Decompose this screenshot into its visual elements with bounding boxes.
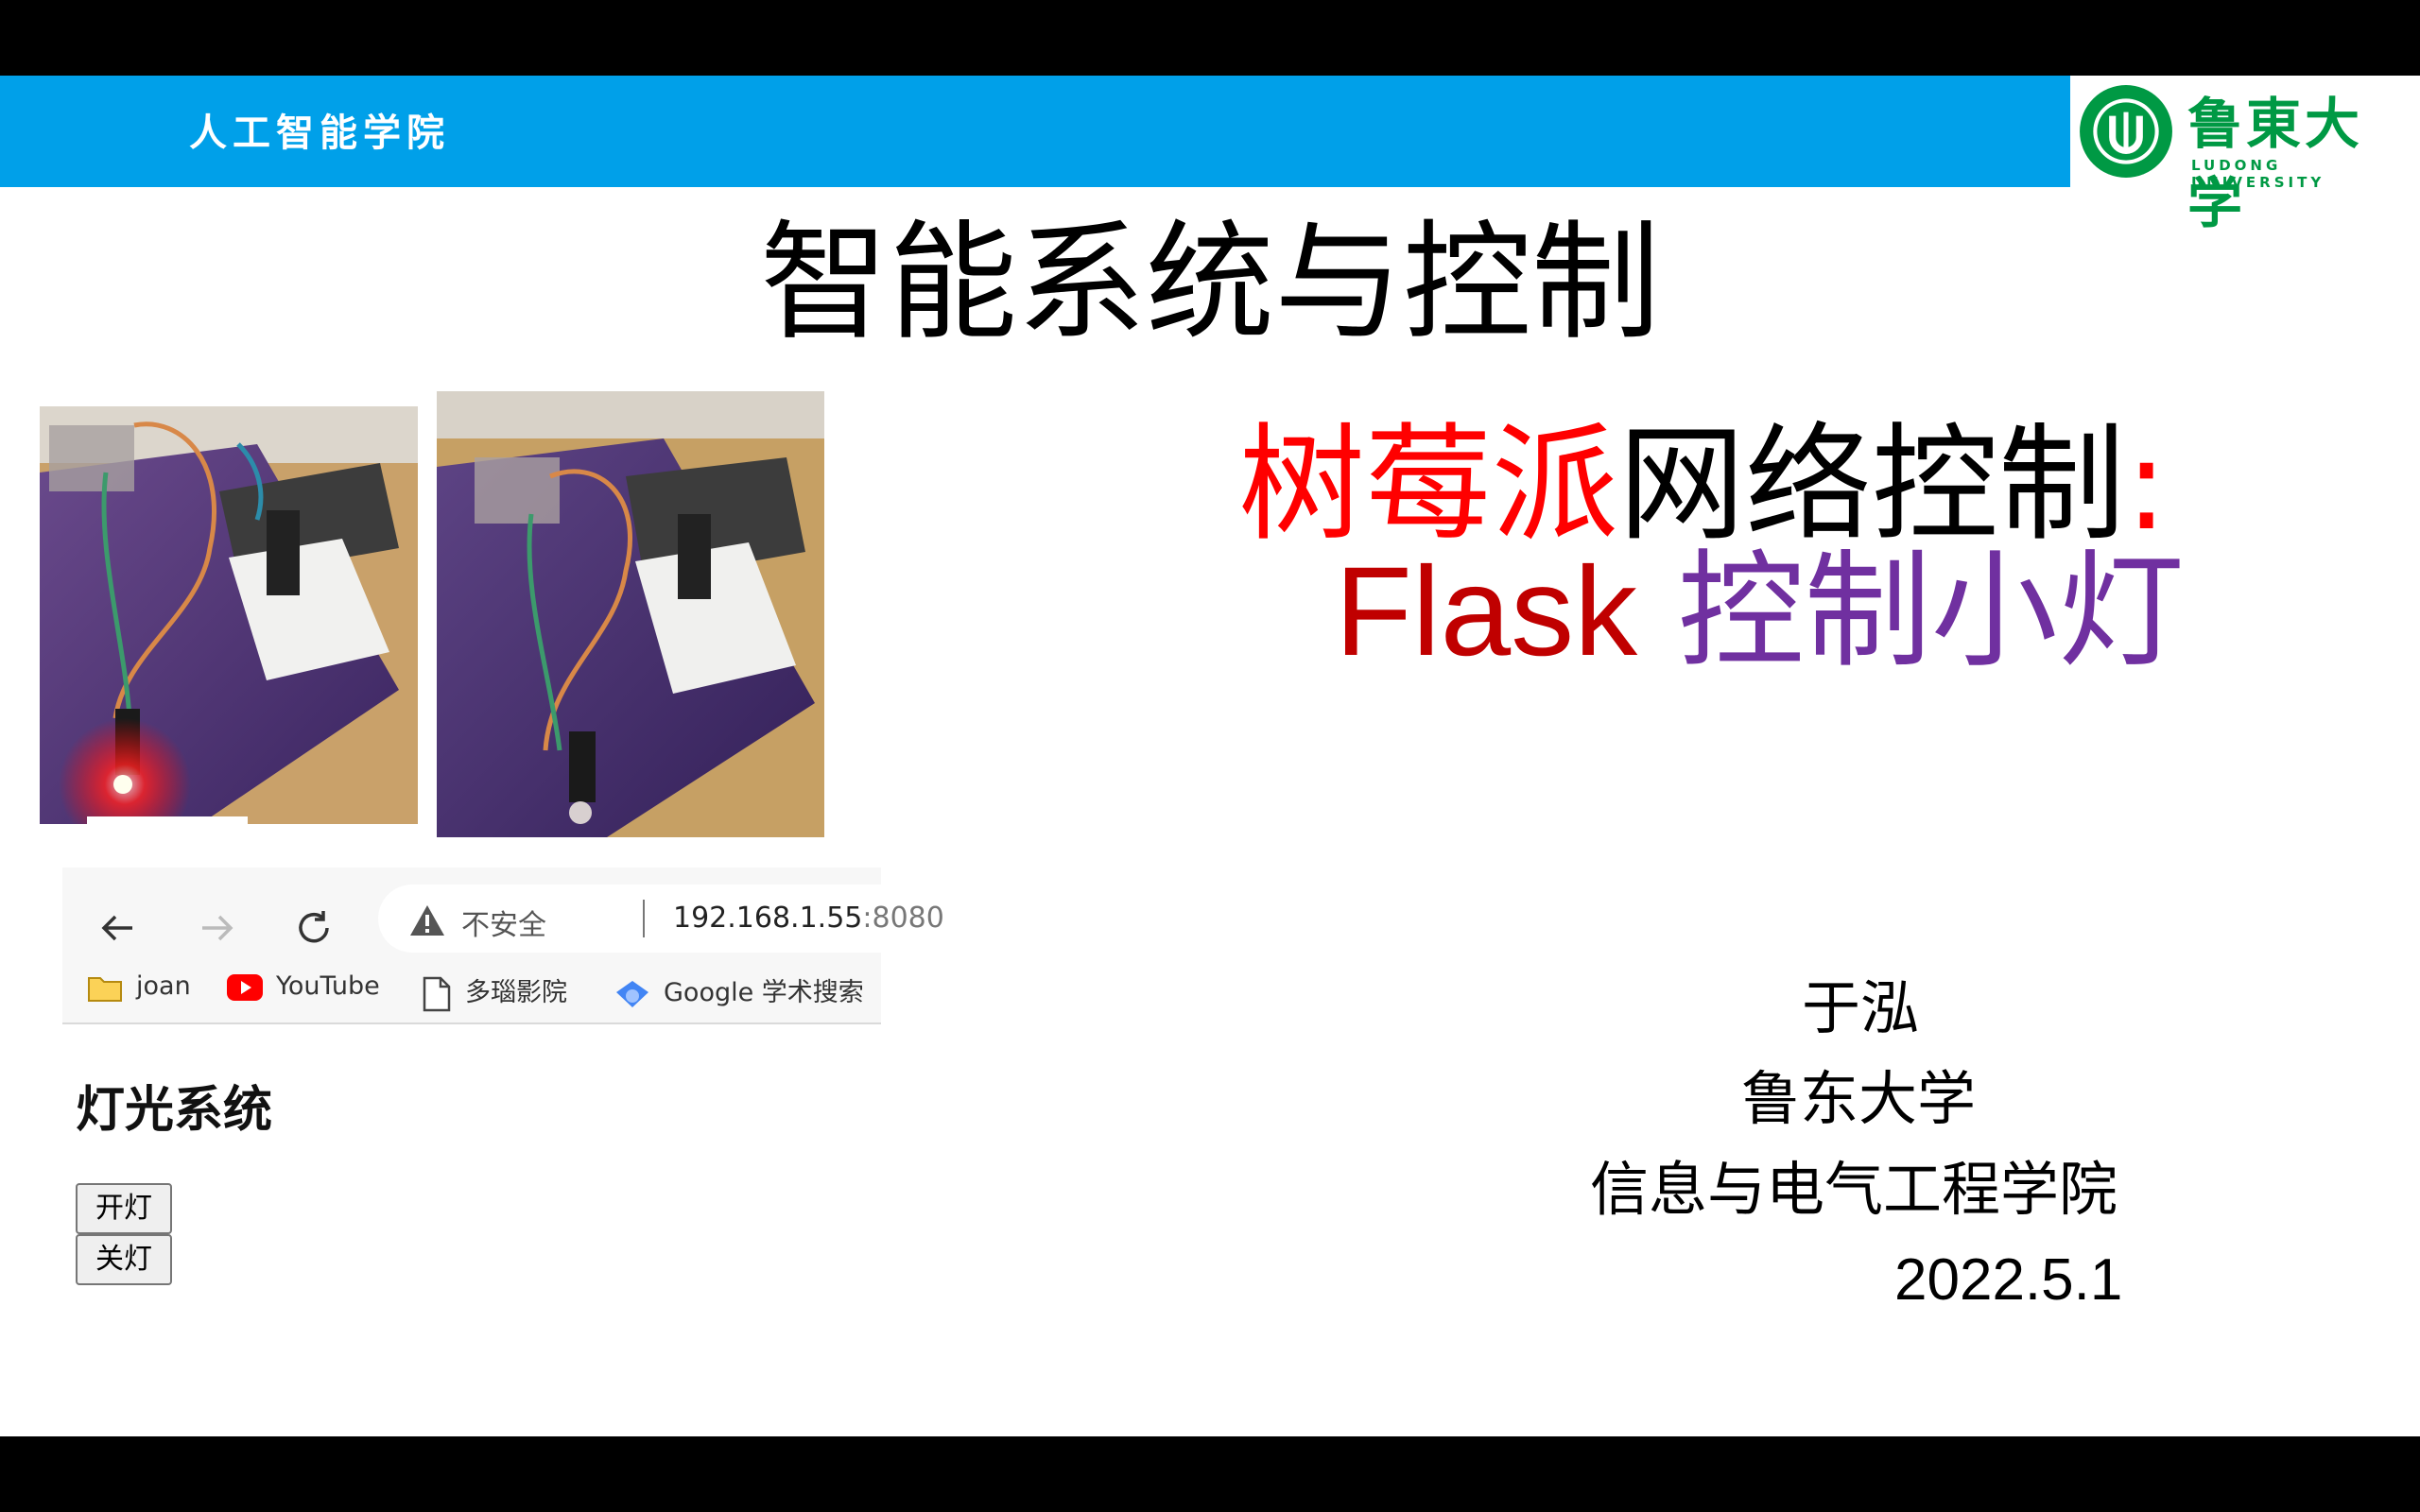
slide-title: 智能系统与控制 bbox=[760, 209, 1660, 358]
url-text[interactable]: 192.168.1.55:8080 bbox=[673, 902, 944, 935]
subtitle-line-2: Flask 控制小灯 bbox=[1335, 548, 2185, 676]
subtitle-flask: Flask bbox=[1335, 541, 1638, 682]
header-banner: 人工智能学院 鲁東大学 LUDONG UNIVERSITY bbox=[0, 76, 2420, 235]
page-icon bbox=[423, 976, 451, 1011]
bookmark-joan[interactable]: joan bbox=[87, 971, 191, 1009]
bookmark-label: Google 学术搜索 bbox=[664, 978, 864, 1007]
reload-icon[interactable] bbox=[291, 905, 337, 951]
author-school: 信息与电气工程学院 bbox=[1590, 1155, 2118, 1224]
bookmark-duonao[interactable]: 多瑙影院 bbox=[422, 971, 567, 1011]
back-arrow-icon[interactable] bbox=[95, 905, 140, 951]
university-logo: 鲁東大学 LUDONG UNIVERSITY bbox=[2070, 76, 2420, 235]
url-port: :8080 bbox=[862, 902, 944, 935]
subtitle-line-1: 树莓派网络控制: bbox=[1238, 421, 2168, 548]
subtitle-network-control: 网络控制 bbox=[1618, 411, 2126, 558]
address-divider bbox=[643, 900, 645, 937]
presentation-date: 2022.5.1 bbox=[1894, 1247, 2123, 1313]
university-seal-icon bbox=[2080, 85, 2172, 178]
url-host: 192.168.1.55 bbox=[673, 902, 863, 935]
subtitle-raspberry-pi: 树莓派 bbox=[1238, 411, 1619, 558]
subtitle-control-light: 控制小灯 bbox=[1677, 538, 2185, 685]
author-name: 于泓 bbox=[1802, 973, 1920, 1042]
led-on-photo bbox=[40, 406, 418, 824]
scholar-icon bbox=[616, 980, 648, 1007]
subtitle-colon: : bbox=[2125, 411, 2169, 558]
led-off-photo bbox=[437, 391, 824, 837]
slide: 人工智能学院 鲁東大学 LUDONG UNIVERSITY 智能系统与控制 不安… bbox=[0, 76, 2420, 1436]
bookmark-label: YouTube bbox=[276, 971, 380, 1001]
bookmark-youtube[interactable]: YouTube bbox=[227, 971, 380, 1009]
light-on-button[interactable]: 开灯 bbox=[76, 1183, 172, 1234]
light-off-button[interactable]: 关灯 bbox=[76, 1234, 172, 1285]
banner-title: 人工智能学院 bbox=[189, 111, 450, 155]
bookmark-label: joan bbox=[136, 971, 191, 1001]
not-secure-label[interactable]: 不安全 bbox=[461, 902, 546, 943]
bookmark-label: 多瑙影院 bbox=[465, 978, 567, 1007]
bookmark-google-scholar[interactable]: Google 学术搜索 bbox=[614, 971, 864, 1009]
browser-toolbar: 不安全 192.168.1.55:8080 joan YouTube 多瑙影院 bbox=[62, 868, 944, 1024]
light-system-heading: 灯光系统 bbox=[76, 1082, 273, 1139]
author-university: 鲁东大学 bbox=[1741, 1064, 1977, 1133]
logo-english-name: LUDONG UNIVERSITY bbox=[2191, 157, 2325, 191]
youtube-icon bbox=[227, 973, 263, 1001]
address-bar[interactable]: 不安全 192.168.1.55:8080 bbox=[378, 885, 944, 953]
forward-arrow-icon[interactable] bbox=[195, 905, 240, 951]
warning-icon[interactable] bbox=[408, 903, 446, 937]
folder-icon bbox=[88, 976, 122, 1002]
